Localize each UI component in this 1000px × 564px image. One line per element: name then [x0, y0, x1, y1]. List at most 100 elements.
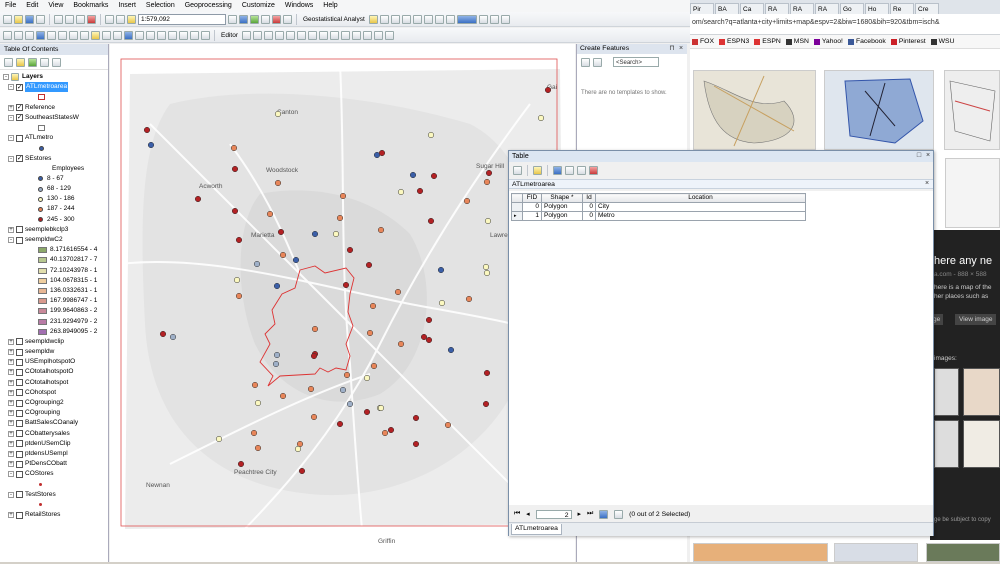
- close-table-icon[interactable]: ×: [924, 152, 932, 160]
- collapse-icon[interactable]: -: [3, 74, 9, 80]
- store-point[interactable]: [437, 266, 445, 274]
- layer-visibility-checkbox[interactable]: [16, 440, 23, 448]
- store-point[interactable]: [272, 360, 280, 368]
- layer-name[interactable]: seemplebkclp3: [25, 225, 68, 235]
- store-point[interactable]: [412, 440, 420, 448]
- store-point[interactable]: [377, 404, 385, 412]
- trace-icon[interactable]: [285, 30, 295, 40]
- store-point[interactable]: [298, 467, 306, 475]
- editor-menu[interactable]: Editor: [219, 32, 240, 39]
- image-result-1[interactable]: [693, 70, 816, 150]
- time-slider-icon[interactable]: [201, 30, 210, 40]
- copy-icon[interactable]: [65, 14, 74, 24]
- layer-name[interactable]: ATLmetroarea: [25, 82, 69, 93]
- expand-icon[interactable]: -: [8, 135, 14, 142]
- bookmark-pinterest[interactable]: Pinterest: [890, 38, 926, 45]
- store-point[interactable]: [237, 460, 245, 468]
- store-point[interactable]: [235, 236, 243, 244]
- store-point[interactable]: [438, 299, 446, 307]
- toc-class-row[interactable]: 187 - 244: [0, 204, 108, 214]
- store-point[interactable]: [279, 392, 287, 400]
- layer-name[interactable]: COgrouping2: [25, 398, 64, 408]
- toc-class-row[interactable]: 245 - 300: [0, 215, 108, 225]
- edit-annotation-icon[interactable]: [252, 30, 262, 40]
- toc-layer-row[interactable]: + USEmplhotspotO: [0, 357, 108, 367]
- expand-icon[interactable]: +: [8, 359, 14, 366]
- menu-windows[interactable]: Windows: [280, 0, 318, 12]
- expand-icon[interactable]: -: [8, 237, 14, 243]
- toc-class-row[interactable]: 199.9640863 - 2: [0, 306, 108, 316]
- store-point[interactable]: [254, 444, 262, 452]
- browser-tab[interactable]: Ca: [740, 3, 764, 14]
- store-point[interactable]: [363, 374, 371, 382]
- column-header-shape[interactable]: Shape *: [541, 193, 583, 203]
- store-point[interactable]: [366, 329, 374, 337]
- class-color-swatch[interactable]: [38, 328, 47, 335]
- store-point[interactable]: [483, 369, 491, 377]
- related-image-3[interactable]: [934, 420, 959, 468]
- toc-layer-row[interactable]: + PtDensCObatt: [0, 459, 108, 469]
- class-symbol-icon[interactable]: [38, 196, 43, 202]
- store-point[interactable]: [394, 288, 402, 296]
- layer-name[interactable]: COtotalhotspot: [25, 378, 68, 388]
- store-point[interactable]: [194, 195, 202, 203]
- layer-name[interactable]: SEstores: [25, 154, 51, 164]
- browser-tab[interactable]: BA: [715, 3, 739, 14]
- store-point[interactable]: [277, 228, 285, 236]
- layer-name[interactable]: COhotspot: [25, 388, 56, 398]
- map-canvas[interactable]: Canton Woodstock Acworth Marietta Sugar Hill…: [110, 44, 575, 562]
- toc-symbol-row[interactable]: [0, 143, 108, 153]
- select-elements-icon[interactable]: [113, 30, 122, 40]
- geostat-tool5-icon[interactable]: [423, 14, 433, 24]
- undo-icon[interactable]: [105, 14, 114, 24]
- browser-tab[interactable]: RA: [790, 3, 814, 14]
- polygon-symbol-swatch[interactable]: [38, 94, 45, 101]
- store-point[interactable]: [310, 413, 318, 421]
- map-scale-combo[interactable]: 1:579,092: [138, 13, 226, 25]
- layer-visibility-checkbox[interactable]: [16, 430, 23, 438]
- layer-name[interactable]: seempldwclip: [25, 337, 64, 347]
- image-result-7[interactable]: [834, 543, 918, 562]
- editor-toolbar-icon[interactable]: [228, 14, 237, 24]
- class-symbol-icon[interactable]: [38, 186, 43, 192]
- paste-icon[interactable]: [76, 14, 85, 24]
- reshape-icon[interactable]: [318, 30, 328, 40]
- first-record-icon[interactable]: ⏮: [514, 510, 520, 518]
- menu-bookmarks[interactable]: Bookmarks: [68, 0, 113, 12]
- edit-tool-icon[interactable]: [241, 30, 251, 40]
- store-point[interactable]: [482, 263, 490, 271]
- close-tab-icon[interactable]: ×: [923, 180, 931, 188]
- bookmark-espn[interactable]: ESPN: [754, 38, 781, 45]
- store-point[interactable]: [266, 210, 274, 218]
- store-point[interactable]: [397, 340, 405, 348]
- store-point[interactable]: [412, 414, 420, 422]
- related-image-1[interactable]: [934, 368, 959, 416]
- menu-selection[interactable]: Selection: [141, 0, 180, 12]
- layer-visibility-checkbox[interactable]: ✓: [16, 155, 23, 163]
- edit-vertices-icon[interactable]: [307, 30, 317, 40]
- toc-layer-row[interactable]: - TestStores: [0, 490, 108, 500]
- store-point[interactable]: [294, 445, 302, 453]
- organize-templates-icon[interactable]: [581, 58, 590, 67]
- browser-tab[interactable]: Re: [890, 3, 914, 14]
- image-result-3[interactable]: [944, 70, 1000, 150]
- list-by-source-icon[interactable]: [16, 58, 25, 67]
- toc-symbol-row[interactable]: [0, 123, 108, 133]
- store-point[interactable]: [430, 172, 438, 180]
- cut-icon[interactable]: [54, 14, 63, 24]
- expand-icon[interactable]: +: [8, 512, 14, 519]
- maximize-icon[interactable]: □: [915, 152, 923, 160]
- store-point[interactable]: [427, 131, 435, 139]
- menu-edit[interactable]: Edit: [21, 0, 43, 12]
- class-color-swatch[interactable]: [38, 267, 47, 274]
- html-popup-icon[interactable]: [146, 30, 155, 40]
- bookmark-facebook[interactable]: Facebook: [847, 38, 886, 45]
- store-point[interactable]: [425, 316, 433, 324]
- layer-name[interactable]: ATLmetro: [25, 133, 53, 143]
- cell-location[interactable]: City: [595, 202, 806, 212]
- toc-class-row[interactable]: 72.10243978 - 1: [0, 266, 108, 276]
- layer-name[interactable]: RetailStores: [25, 510, 60, 520]
- attributes-icon[interactable]: [362, 30, 372, 40]
- split-icon[interactable]: [340, 30, 350, 40]
- store-point[interactable]: [447, 346, 455, 354]
